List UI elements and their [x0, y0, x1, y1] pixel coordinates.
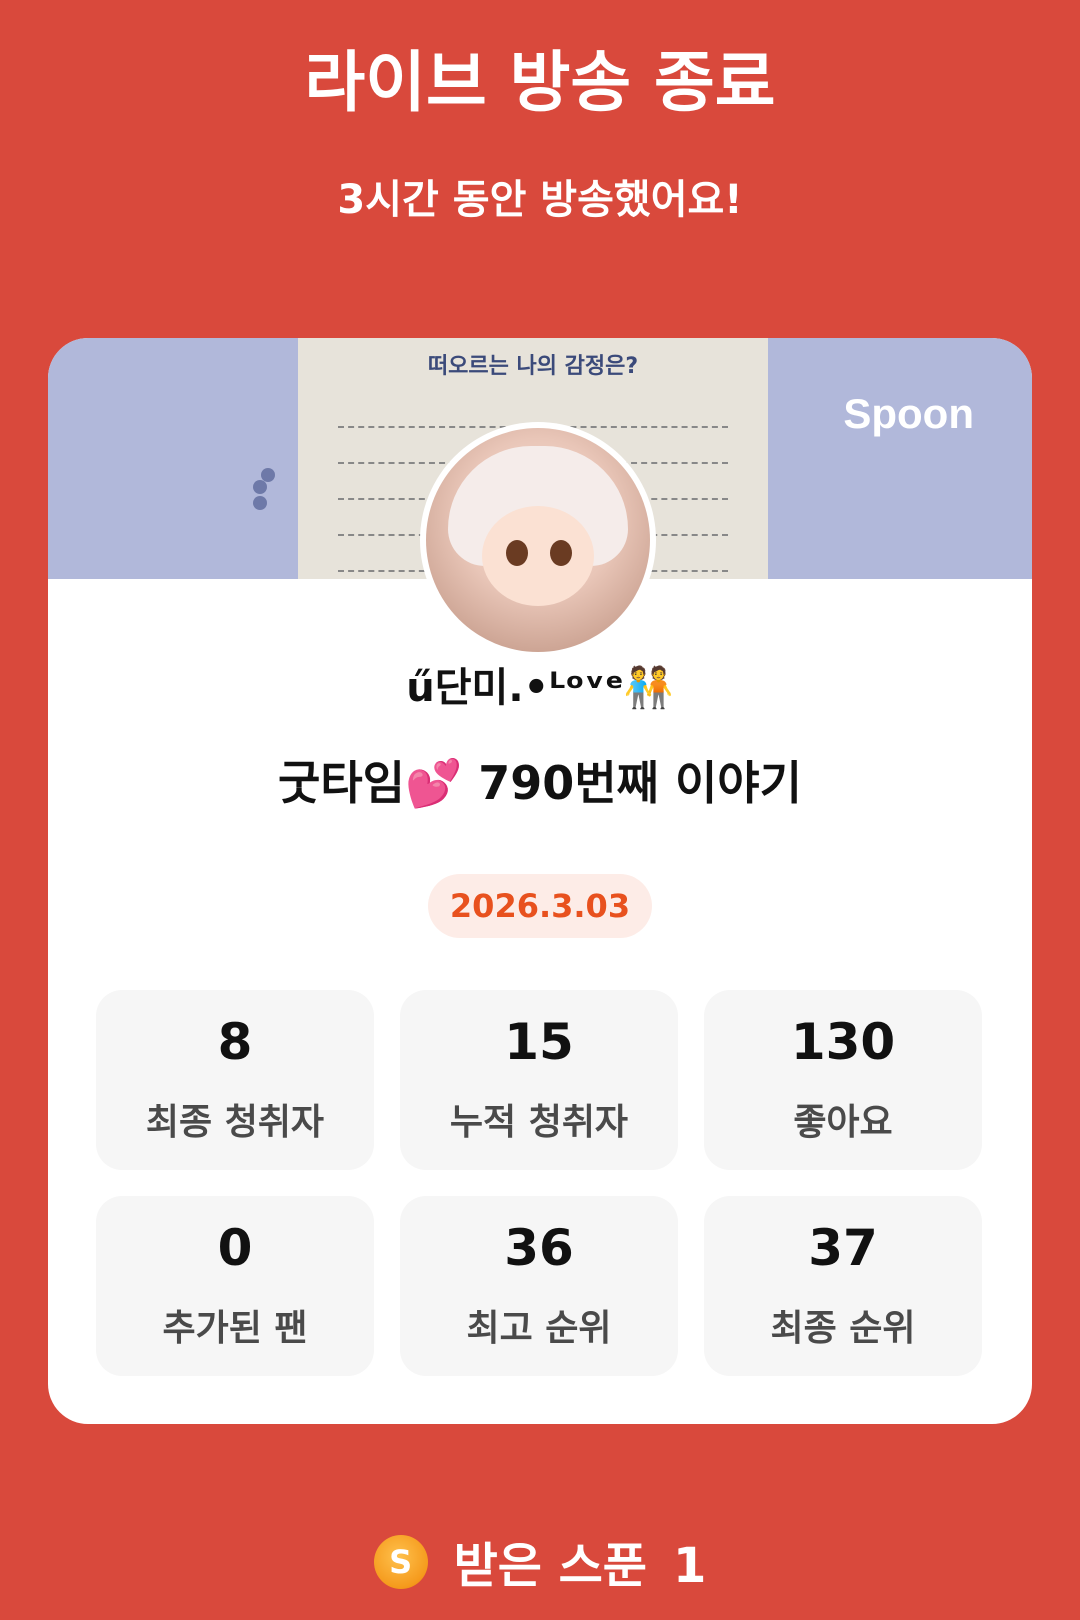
stat-value: 0 — [217, 1219, 253, 1277]
banner-image-text: 떠오르는 나의 감정은? — [427, 354, 639, 379]
broadcast-duration: 3시간 동안 방송했어요! — [337, 177, 743, 223]
stat-new-fans: 0 추가된 팬 — [96, 1196, 374, 1376]
avatar[interactable] — [420, 422, 656, 658]
stat-best-rank: 36 최고 순위 — [400, 1196, 678, 1376]
stat-label: 최종 청취자 — [145, 1102, 325, 1143]
stat-label: 누적 청취자 — [449, 1102, 629, 1143]
page-title: 라이브 방송 종료 — [304, 44, 776, 121]
stat-total-listeners: 15 누적 청취자 — [400, 990, 678, 1170]
spoon-coin-icon: S — [373, 1535, 428, 1589]
dj-nickname: ű단미.•ᴸᵒᵛᵉ🧑‍🤝‍🧑 — [406, 665, 674, 711]
stat-value: 36 — [504, 1219, 574, 1277]
broadcast-summary-card: 떠오르는 나의 감정은? Spoon ű단미.•ᴸᵒᵛᵉ🧑‍🤝‍🧑 굿타임💕 7… — [48, 338, 1032, 1424]
stat-final-rank: 37 최종 순위 — [704, 1196, 982, 1376]
stat-likes: 130 좋아요 — [704, 990, 982, 1170]
stat-value: 130 — [790, 1013, 896, 1071]
stat-label: 추가된 팬 — [162, 1308, 308, 1349]
broadcast-date-badge: 2026.3.03 — [427, 874, 653, 938]
stat-label: 좋아요 — [793, 1102, 893, 1143]
stat-value: 15 — [504, 1013, 574, 1071]
stat-value: 37 — [808, 1219, 878, 1277]
received-spoons-label: 받은 스푼 — [453, 1538, 647, 1594]
stat-label: 최종 순위 — [770, 1308, 916, 1349]
received-spoons: S 받은 스푼 1 — [0, 1528, 1080, 1601]
stat-final-listeners: 8 최종 청취자 — [96, 990, 374, 1170]
stat-value: 8 — [217, 1013, 253, 1071]
avatar-image — [426, 428, 650, 652]
stat-label: 최고 순위 — [466, 1308, 612, 1349]
received-spoons-count: 1 — [672, 1538, 707, 1594]
stats-grid: 8 최종 청취자 15 누적 청취자 130 좋아요 0 추가된 팬 36 최고… — [96, 990, 984, 1376]
spoon-logo: Spoon — [843, 390, 974, 437]
live-title: 굿타임💕 790번째 이야기 — [278, 756, 802, 810]
